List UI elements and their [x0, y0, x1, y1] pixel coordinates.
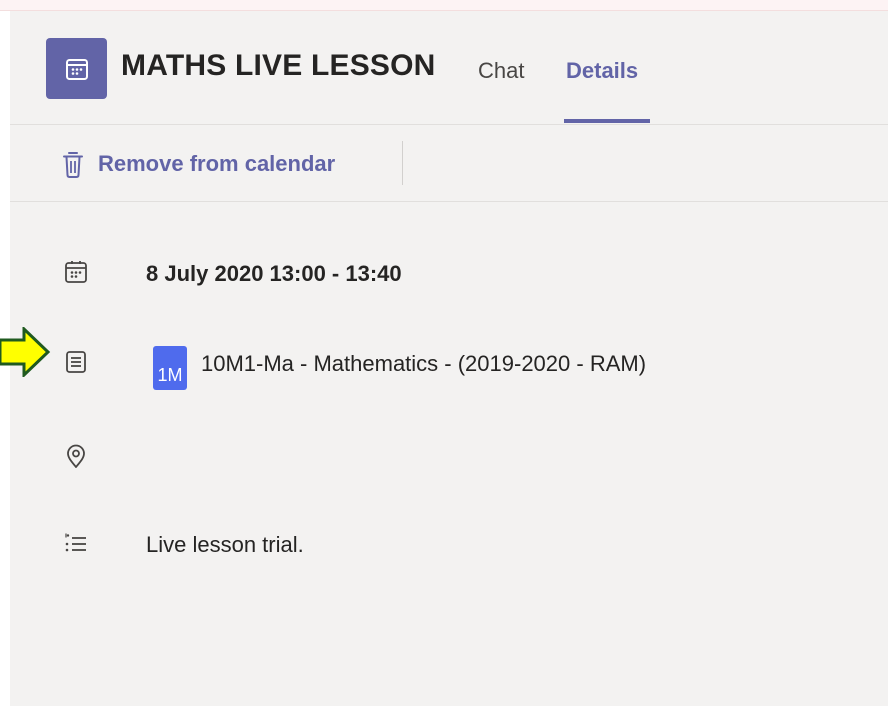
top-strip: [0, 0, 888, 11]
toolbar-divider: [402, 141, 403, 185]
remove-from-calendar-label: Remove from calendar: [98, 151, 336, 176]
active-tab-indicator: [564, 119, 650, 123]
meeting-date-time: 8 July 2020 13:00 - 13:40: [146, 261, 402, 286]
tab-details[interactable]: Details: [566, 58, 638, 84]
team-avatar-badge: 1M: [153, 346, 187, 390]
description-list-icon: [65, 533, 86, 552]
calendar-icon: [65, 58, 88, 80]
pointer-arrow-icon: [0, 327, 51, 377]
meeting-channel-name[interactable]: 10M1-Ma - Mathematics - (2019-2020 - RAM…: [201, 351, 646, 377]
meeting-app-icon: [46, 38, 107, 99]
meeting-description: Live lesson trial.: [146, 532, 304, 557]
meeting-title: MATHS LIVE LESSON: [121, 49, 436, 82]
remove-from-calendar-button[interactable]: Remove from calendar: [62, 145, 335, 183]
tab-chat[interactable]: Chat: [478, 58, 524, 84]
trash-icon: [63, 152, 83, 178]
meeting-details-panel: MATHS LIVE LESSON Chat Details Remove fr…: [10, 11, 888, 706]
meeting-toolbar: Remove from calendar: [10, 125, 888, 202]
channel-list-icon: [66, 351, 86, 373]
calendar-icon: [65, 261, 87, 283]
location-pin-icon: [67, 444, 85, 468]
meeting-header: MATHS LIVE LESSON Chat Details: [10, 11, 888, 125]
